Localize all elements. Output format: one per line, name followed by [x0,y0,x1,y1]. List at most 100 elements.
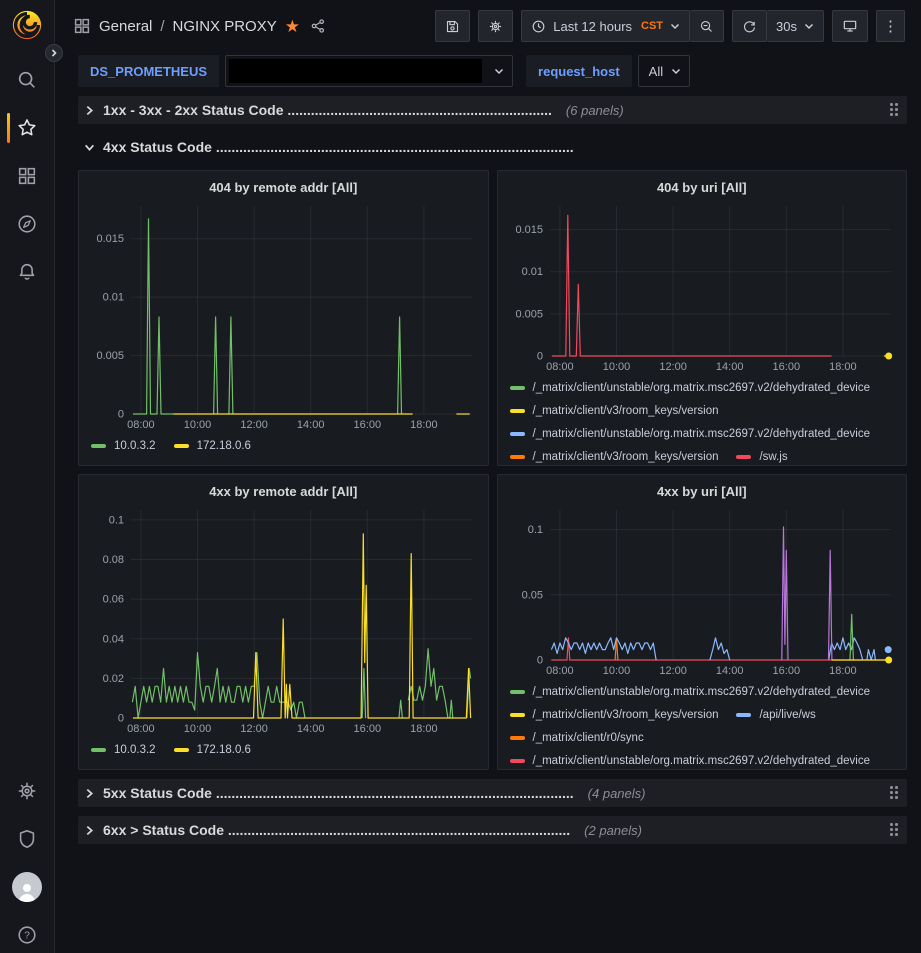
svg-text:0.04: 0.04 [103,633,124,645]
row-toggle-6xx[interactable]: 6xx > Status Code ......................… [84,822,570,838]
time-range-picker[interactable]: Last 12 hours CST [521,10,690,42]
zoom-out-icon [699,19,714,34]
sidebar-item-starred[interactable] [0,104,54,152]
legend-item[interactable]: 172.18.0.6 [174,440,251,452]
legend-item[interactable]: /api/live/ws [736,709,815,721]
timeseries-chart[interactable]: 00.020.040.060.080.108:0010:0012:0014:00… [87,502,480,736]
dashboard-toolbar: Last 12 hours CST 30s ⋮ [435,10,905,42]
grafana-logo-icon[interactable] [10,8,44,42]
timeseries-chart[interactable]: 00.050.108:0010:0012:0014:0016:0018:00 [506,502,899,678]
favorite-star-icon[interactable]: ★ [285,18,300,35]
legend-item[interactable]: 172.18.0.6 [174,744,251,756]
legend-row: /_matrix/client/v3/room_keys/version/api… [506,703,899,726]
timeseries-chart[interactable]: 00.0050.010.01508:0010:0012:0014:0016:00… [87,198,480,432]
svg-text:08:00: 08:00 [546,665,574,677]
chevron-right-icon [84,788,95,799]
svg-text:10:00: 10:00 [602,361,630,373]
sidebar-item-profile[interactable] [0,863,54,911]
refresh-interval-picker[interactable]: 30s [767,10,824,42]
legend-item[interactable]: /_matrix/client/unstable/org.matrix.msc2… [510,755,871,767]
legend-swatch [91,748,106,752]
legend-row: 10.0.3.2 172.18.0.6 [87,434,480,457]
timeseries-plot[interactable]: 00.0050.010.01508:0010:0012:0014:0016:00… [506,198,899,374]
sidebar-item-dashboards[interactable] [0,152,54,200]
legend-item[interactable]: /_matrix/client/unstable/org.matrix.msc2… [510,428,871,440]
legend-label: /_matrix/client/v3/room_keys/version [533,709,719,721]
timeseries-plot[interactable]: 00.020.040.060.080.108:0010:0012:0014:00… [87,502,480,736]
sidebar-expand-button[interactable] [45,44,63,62]
legend-item[interactable]: /_matrix/client/r0/sync [510,732,644,744]
legend-item[interactable]: /_matrix/client/v3/room_keys/version [510,451,719,463]
sidebar-item-help[interactable]: ? [0,911,54,953]
svg-text:08:00: 08:00 [546,361,574,373]
row-toggle-4xx[interactable]: 4xx Status Code ........................… [84,139,574,155]
panel-title[interactable]: 4xx by uri [All] [657,484,747,499]
legend-item[interactable]: /_matrix/client/unstable/org.matrix.msc2… [510,382,871,394]
timeseries-plot[interactable]: 00.050.108:0010:0012:0014:0016:0018:00 [506,502,899,678]
panel-header: 404 by uri [All] [506,176,899,198]
sidebar-item-admin[interactable] [0,815,54,863]
row-panel-count: (6 panels) [566,103,624,118]
row-toggle-5xx[interactable]: 5xx Status Code ........................… [84,785,574,801]
row-drag-handle[interactable] [888,784,901,802]
save-dashboard-button[interactable] [435,10,470,42]
legend-swatch [174,444,189,448]
sidebar-item-configuration[interactable] [0,767,54,815]
sidebar-item-alerting[interactable] [0,248,54,296]
panel-title[interactable]: 404 by uri [All] [657,180,747,195]
svg-text:0.1: 0.1 [109,514,124,526]
save-icon [445,19,460,34]
main-content: General / NGINX PROXY ★ Last 12 hours CS… [55,0,921,844]
svg-text:0.1: 0.1 [527,524,542,536]
panel-404-by-remote-addr: 404 by remote addr [All] 00.0050.010.015… [78,170,489,466]
svg-text:16:00: 16:00 [354,419,382,431]
svg-text:0.06: 0.06 [103,594,124,606]
panel-title[interactable]: 4xx by remote addr [All] [209,484,357,499]
refresh-controls: 30s [732,10,824,42]
share-icon[interactable] [310,18,326,34]
legend-label: 10.0.3.2 [114,440,156,452]
svg-text:?: ? [24,931,30,942]
legend-item[interactable]: /_matrix/client/unstable/org.matrix.msc2… [510,686,871,698]
breadcrumb-section[interactable]: General [99,18,152,35]
sidebar: ? [0,0,55,953]
svg-text:12:00: 12:00 [240,419,268,431]
timeseries-plot[interactable]: 00.0050.010.01508:0010:0012:0014:0016:00… [87,198,480,432]
row-drag-handle[interactable] [888,821,901,839]
chevron-right-icon [50,49,58,57]
legend-label: /_matrix/client/v3/room_keys/version [533,405,719,417]
legend-item[interactable]: 10.0.3.2 [91,744,156,756]
legend-row: /_matrix/client/v3/room_keys/version [506,399,899,422]
svg-text:18:00: 18:00 [410,723,438,735]
tv-mode-button[interactable] [832,10,868,42]
sidebar-nav-bottom: ? [0,767,54,953]
svg-text:14:00: 14:00 [297,419,325,431]
svg-text:0.005: 0.005 [515,308,543,320]
legend-item[interactable]: /_matrix/client/v3/room_keys/version [510,405,719,417]
svg-text:16:00: 16:00 [772,361,800,373]
dashboard-settings-button[interactable] [478,10,513,42]
svg-text:12:00: 12:00 [240,723,268,735]
panel-404-by-uri: 404 by uri [All] 00.0050.010.01508:0010:… [497,170,908,466]
row-drag-handle[interactable] [888,101,901,119]
kebab-menu-button[interactable]: ⋮ [876,10,905,42]
legend-item[interactable]: /sw.js [736,451,787,463]
gear-icon [488,19,503,34]
sidebar-item-explore[interactable] [0,200,54,248]
variable-select-request-host[interactable]: All [638,55,690,87]
legend-item[interactable]: 10.0.3.2 [91,440,156,452]
refresh-button[interactable] [732,10,767,42]
page-title: NGINX PROXY [173,18,277,35]
legend-label: /_matrix/client/r0/sync [533,732,644,744]
legend-item[interactable]: /_matrix/client/v3/room_keys/version [510,709,719,721]
panel-title[interactable]: 404 by remote addr [All] [209,180,357,195]
variable-select-ds-prometheus[interactable] [225,55,513,87]
zoom-out-button[interactable] [690,10,724,42]
time-range-label: Last 12 hours [553,19,632,34]
row-toggle-1xx-3xx-2xx[interactable]: 1xx - 3xx - 2xx Status Code ............… [84,102,552,118]
legend-label: 10.0.3.2 [114,744,156,756]
legend-label: /_matrix/client/v3/room_keys/version [533,451,719,463]
timeseries-chart[interactable]: 00.0050.010.01508:0010:0012:0014:0016:00… [506,198,899,374]
sidebar-item-search[interactable] [0,56,54,104]
shield-icon [16,828,38,850]
